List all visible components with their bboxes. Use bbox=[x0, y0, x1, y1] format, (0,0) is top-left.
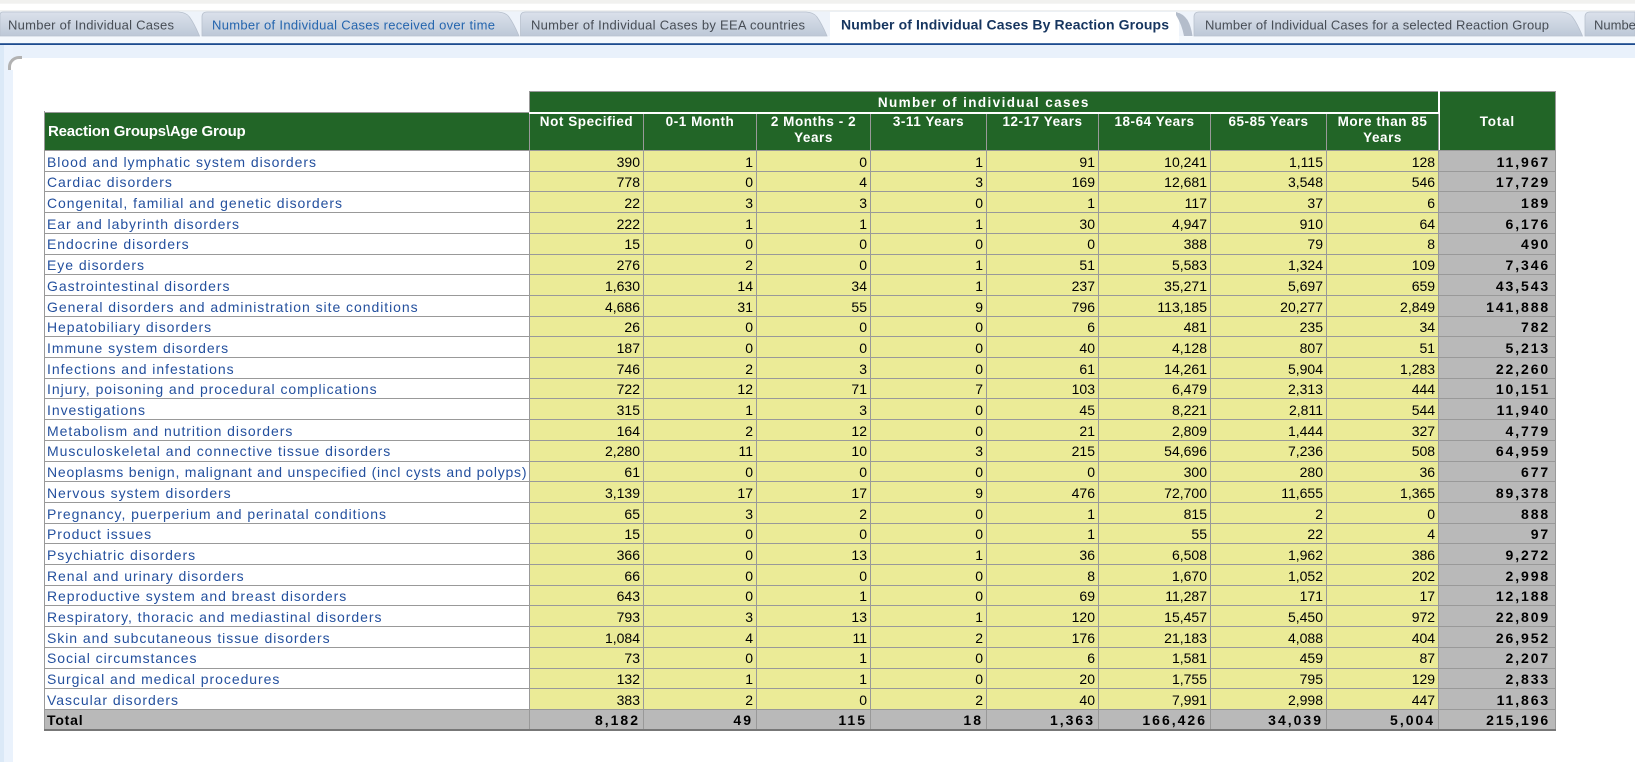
svg-text:Number of Individual Cases: Number of Individual Cases bbox=[8, 18, 175, 33]
svg-text:Number of Individual Cases for: Number of Individual Cases for a selecte… bbox=[1205, 18, 1549, 33]
svg-text:Number of Individual Cases: Number of Individual Cases bbox=[1594, 18, 1635, 33]
svg-text:Number of Individual Cases by: Number of Individual Cases by EEA countr… bbox=[531, 18, 806, 33]
svg-text:Number of Individual Cases By: Number of Individual Cases By Reaction G… bbox=[841, 17, 1169, 33]
svg-text:Number of Individual Cases rec: Number of Individual Cases received over… bbox=[212, 18, 495, 33]
